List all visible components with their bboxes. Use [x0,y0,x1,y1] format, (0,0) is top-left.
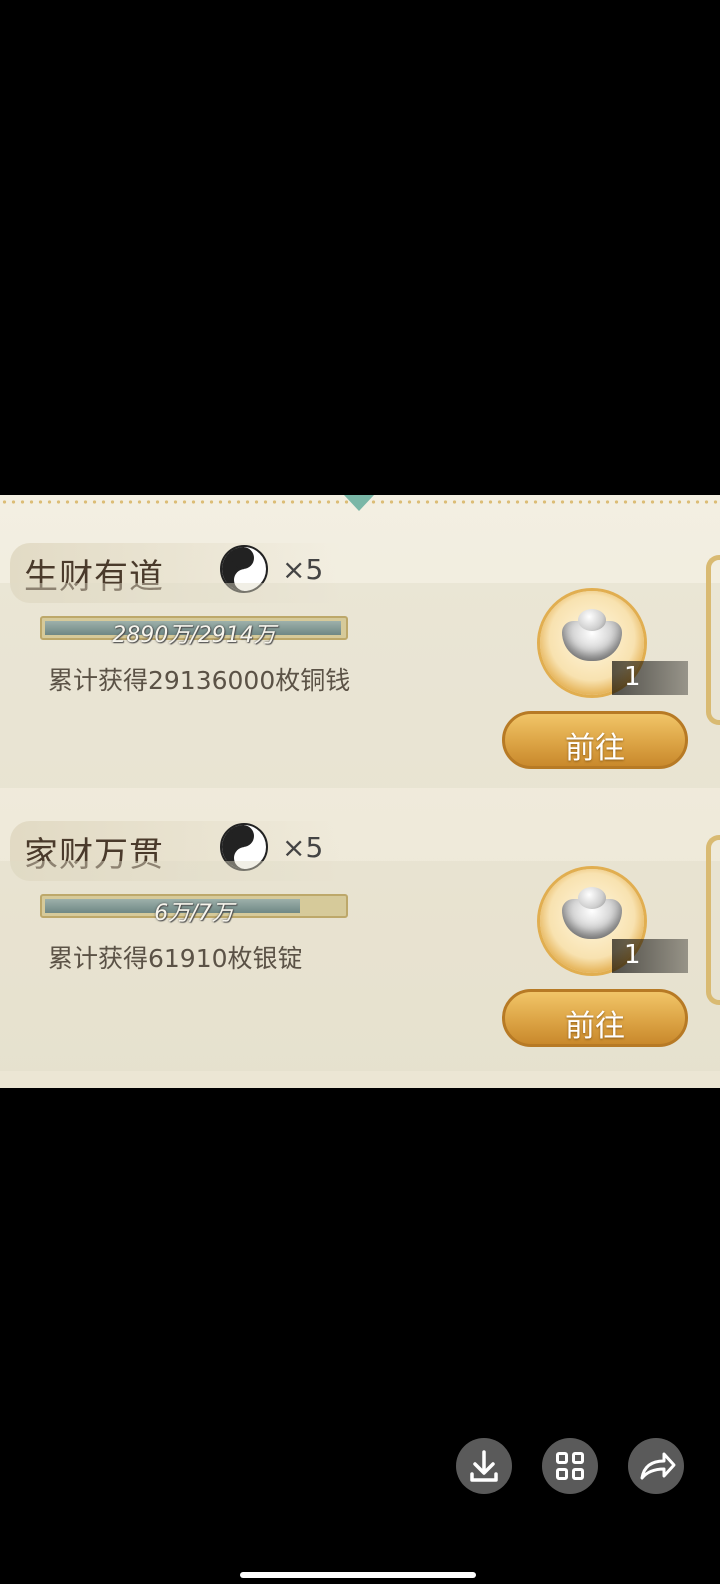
task-description: 累计获得29136000枚铜钱 [48,666,351,695]
task-card: 生财有道 ×5 2890万/2914万 累计获得29136000枚铜钱 1 前往 [0,543,720,803]
silver-ingot-icon [562,887,622,939]
download-icon [470,1450,498,1482]
reward-count-badge: 1 [612,939,688,973]
scroll-ornament [706,555,720,725]
go-button[interactable]: 前往 [502,989,688,1047]
scroll-ornament [706,835,720,1005]
grid-apps-icon [556,1452,584,1480]
task-card: 家财万贯 ×5 6万/7万 累计获得61910枚银锭 1 前往 [0,821,720,1081]
task-body: 6万/7万 累计获得61910枚银锭 1 前往 [0,861,720,1071]
progress-text: 2890万/2914万 [112,623,276,648]
share-forward-icon [640,1452,676,1480]
go-button-label: 前往 [565,731,625,766]
progress-bar: 2890万/2914万 [40,616,348,648]
silver-ingot-icon [562,609,622,661]
reward-quantity: ×5 [282,831,324,864]
reward-count: 1 [624,662,641,692]
progress-bar: 6万/7万 [40,894,348,926]
apps-grid-button[interactable] [542,1438,598,1494]
reward-count: 1 [624,940,641,970]
task-description: 累计获得61910枚银锭 [48,944,303,973]
home-indicator[interactable] [240,1572,476,1578]
task-body: 2890万/2914万 累计获得29136000枚铜钱 1 前往 [0,583,720,788]
go-button[interactable]: 前往 [502,711,688,769]
go-button-label: 前往 [565,1009,625,1044]
achievement-panel: 生财有道 ×5 2890万/2914万 累计获得29136000枚铜钱 1 前往… [0,495,720,1088]
progress-text: 6万/7万 [154,901,234,926]
reward-quantity: ×5 [282,553,324,586]
share-button[interactable] [628,1438,684,1494]
reward-count-badge: 1 [612,661,688,695]
download-button[interactable] [456,1438,512,1494]
